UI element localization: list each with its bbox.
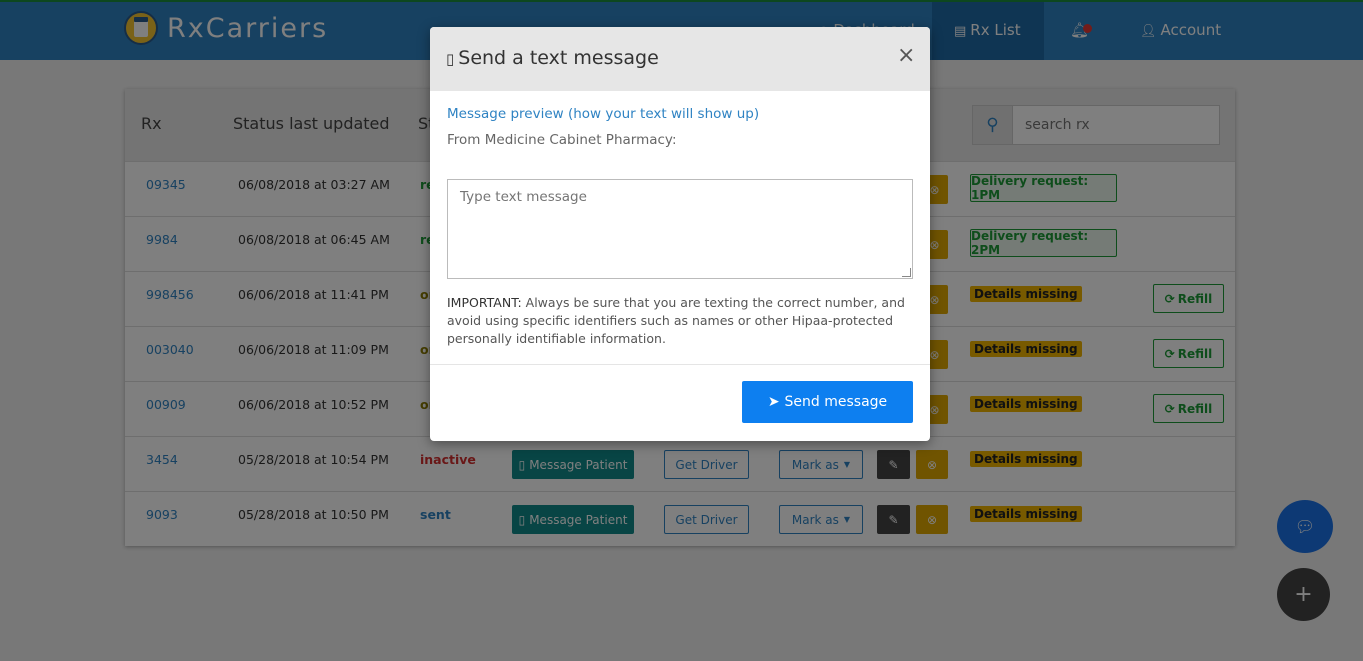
textarea-resize-handle[interactable]	[902, 268, 911, 277]
modal-title-text: Send a text message	[458, 47, 659, 69]
from-pharmacy-text: From Medicine Cabinet Pharmacy:	[447, 132, 677, 148]
modal-divider	[430, 364, 930, 365]
phone-icon: ▯	[446, 50, 455, 68]
close-icon[interactable]: ×	[897, 45, 915, 67]
send-text-modal: ▯ Send a text message × Message preview (…	[430, 27, 930, 441]
modal-header: ▯ Send a text message ×	[430, 27, 930, 91]
important-notice: IMPORTANT: Always be sure that you are t…	[447, 294, 917, 348]
send-message-label: Send message	[784, 394, 888, 410]
send-message-button[interactable]: ➤ Send message	[742, 381, 913, 423]
message-textarea[interactable]	[447, 179, 913, 279]
message-preview-label: Message preview (how your text will show…	[447, 106, 760, 122]
modal-title: ▯ Send a text message	[446, 47, 659, 69]
important-label: IMPORTANT:	[447, 295, 522, 310]
paper-plane-icon: ➤	[767, 394, 780, 410]
